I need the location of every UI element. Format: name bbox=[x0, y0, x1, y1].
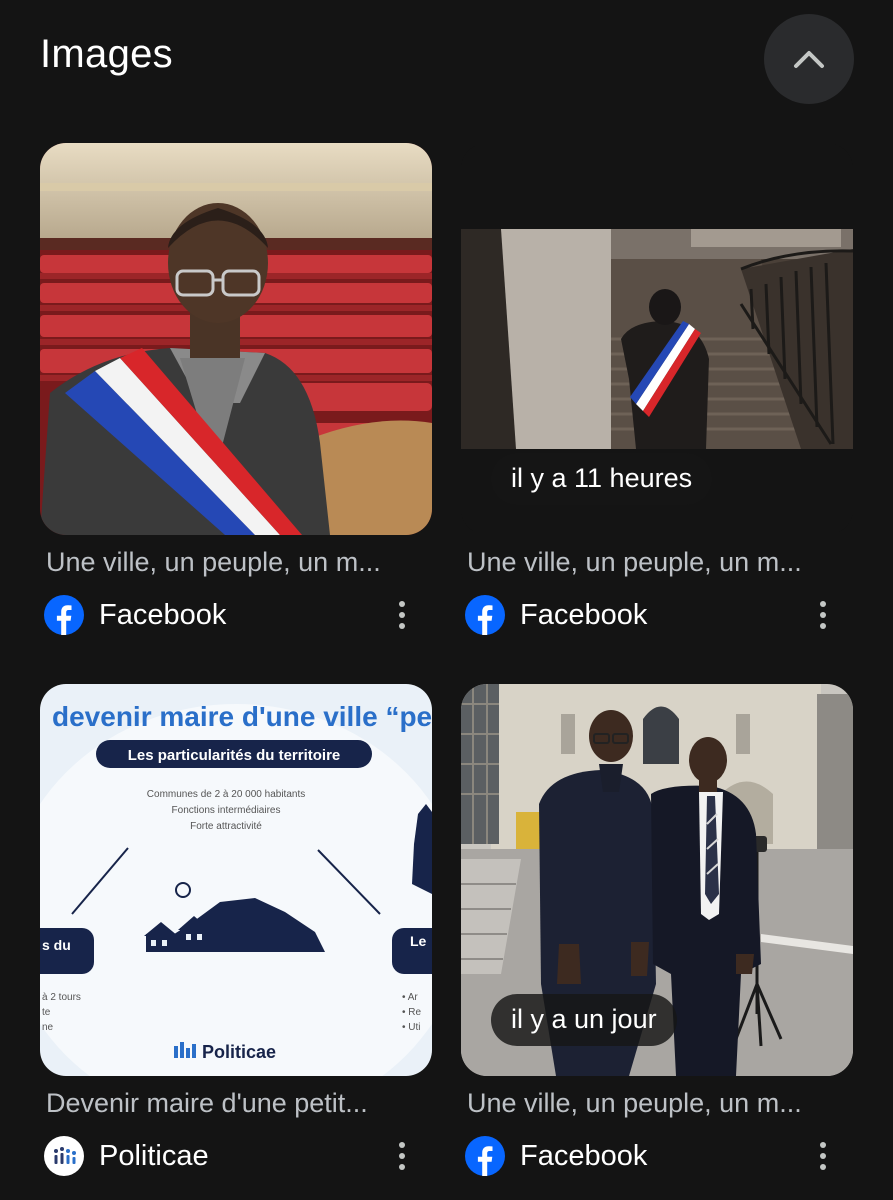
facebook-icon bbox=[44, 595, 84, 635]
infographic-label: Le bbox=[410, 933, 427, 949]
result-caption[interactable]: Une ville, un peuple, un m... bbox=[467, 547, 847, 578]
infographic-note: • Re bbox=[402, 1007, 422, 1018]
infographic-image: devenir maire d'une ville “peu Les parti… bbox=[40, 684, 432, 1076]
infographic-note: • Uti bbox=[402, 1022, 421, 1033]
infographic-brand: Politicae bbox=[202, 1042, 276, 1062]
source-name: Politicae bbox=[99, 1139, 209, 1172]
source-name: Facebook bbox=[520, 1139, 648, 1172]
infographic-note: à 2 tours bbox=[42, 992, 81, 1003]
result-source[interactable]: Politicae bbox=[44, 1134, 428, 1178]
deputy-portrait-photo bbox=[40, 143, 432, 535]
source-name: Facebook bbox=[99, 598, 227, 631]
time-badge: il y a un jour bbox=[491, 994, 677, 1046]
more-options-icon[interactable] bbox=[811, 595, 835, 635]
result-thumbnail[interactable]: il y a 11 heures bbox=[461, 143, 853, 535]
time-badge: il y a 11 heures bbox=[491, 453, 713, 505]
result-thumbnail[interactable] bbox=[40, 143, 432, 535]
infographic-line: Fonctions intermédiaires bbox=[172, 805, 281, 816]
result-caption[interactable]: Une ville, un peuple, un m... bbox=[467, 1088, 847, 1119]
infographic-note: ne bbox=[42, 1022, 54, 1033]
politicae-icon bbox=[44, 1136, 84, 1176]
infographic-line: Forte attractivité bbox=[190, 821, 262, 832]
section-title: Images bbox=[40, 32, 173, 76]
more-options-icon[interactable] bbox=[390, 595, 414, 635]
infographic-line: Communes de 2 à 20 000 habitants bbox=[147, 789, 305, 800]
result-source[interactable]: Facebook bbox=[44, 593, 428, 637]
infographic-subheading: Les particularités du territoire bbox=[128, 747, 341, 764]
more-options-icon[interactable] bbox=[390, 1136, 414, 1176]
more-options-icon[interactable] bbox=[811, 1136, 835, 1176]
infographic-note: • Ar bbox=[402, 992, 418, 1003]
infographic-label: s du bbox=[42, 937, 71, 953]
facebook-icon bbox=[465, 595, 505, 635]
chevron-up-icon bbox=[794, 51, 824, 68]
source-name: Facebook bbox=[520, 598, 648, 631]
result-source[interactable]: Facebook bbox=[465, 593, 849, 637]
infographic-heading: devenir maire d'une ville “peu bbox=[52, 701, 432, 732]
result-caption[interactable]: Une ville, un peuple, un m... bbox=[46, 547, 426, 578]
infographic-note: te bbox=[42, 1007, 51, 1018]
facebook-icon bbox=[465, 1136, 505, 1176]
result-thumbnail[interactable]: il y a un jour bbox=[461, 684, 853, 1076]
collapse-button[interactable] bbox=[764, 14, 854, 104]
result-caption[interactable]: Devenir maire d'une petit... bbox=[46, 1088, 426, 1119]
result-thumbnail[interactable]: devenir maire d'une ville “peu Les parti… bbox=[40, 684, 432, 1076]
result-source[interactable]: Facebook bbox=[465, 1134, 849, 1178]
